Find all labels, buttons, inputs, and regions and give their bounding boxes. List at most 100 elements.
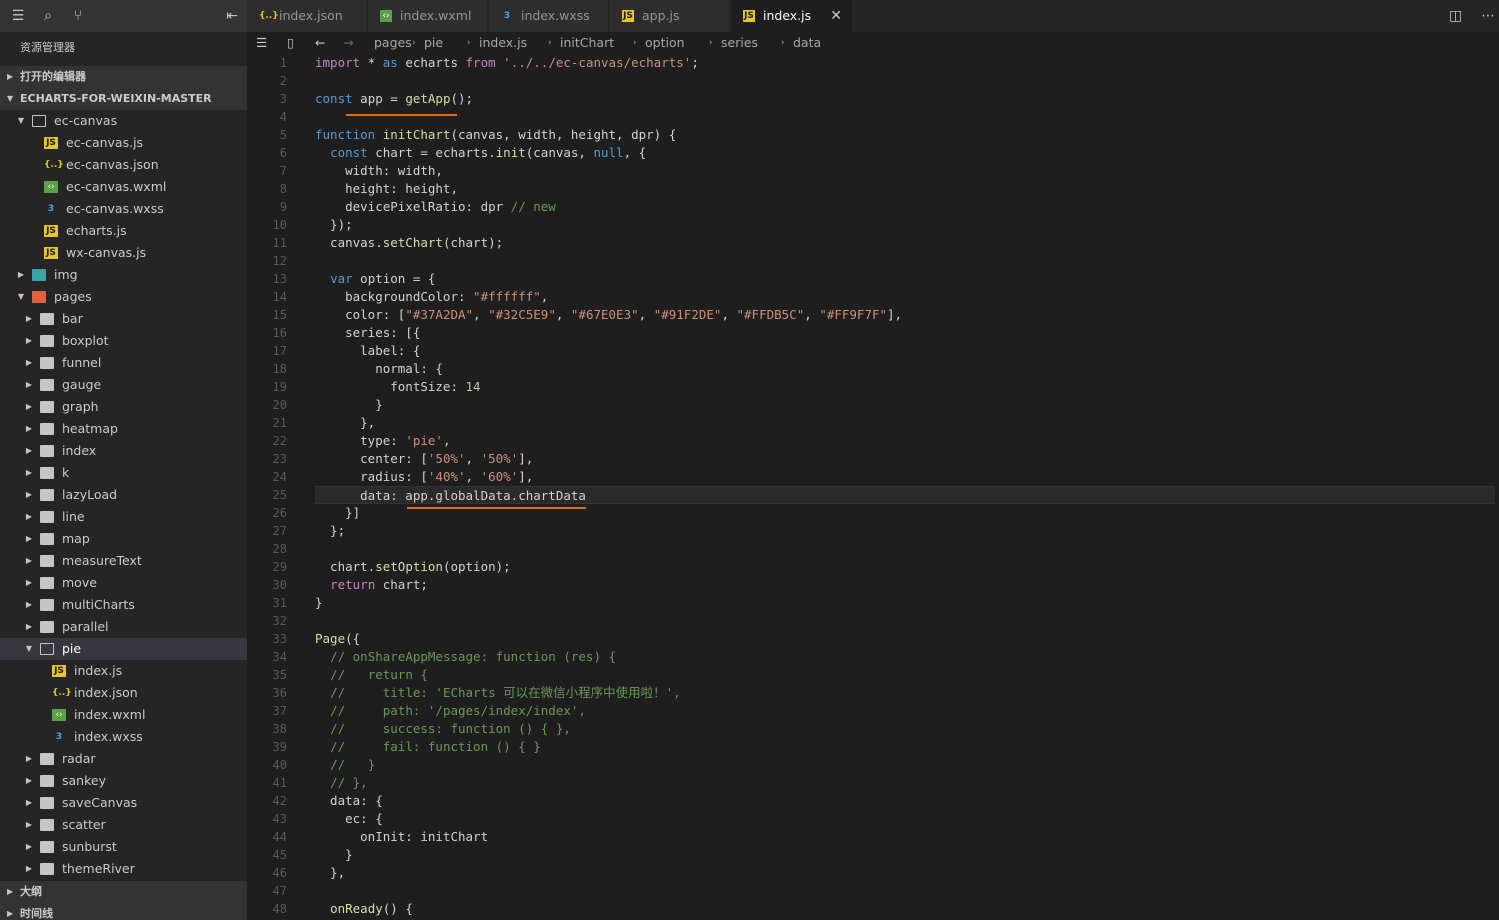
code-line[interactable]: type: 'pie', bbox=[315, 432, 1495, 450]
outline-list-icon[interactable]: ☰ bbox=[256, 32, 267, 54]
code-line[interactable]: var option = { bbox=[315, 270, 1495, 288]
code-line[interactable]: function initChart(canvas, width, height… bbox=[315, 126, 1495, 144]
code-editor[interactable]: 1 2 3 4 5 6 7 8 9 10 11 12 13 14 15 16 17 18 19 20 21 22 23 24 2… bbox=[247, 54, 1499, 920]
tree-item[interactable]: ▼ pages bbox=[0, 286, 247, 308]
tree-item[interactable]: ▶ sunburst bbox=[0, 836, 247, 858]
code-line[interactable]: const app = getApp(); bbox=[315, 90, 1495, 108]
search-icon[interactable]: ⌕ bbox=[38, 6, 58, 26]
code-line[interactable] bbox=[315, 612, 1495, 630]
tree-item[interactable]: JS echarts.js bbox=[0, 220, 247, 242]
code-line[interactable]: ec: { bbox=[315, 810, 1495, 828]
breadcrumb-item[interactable]: series bbox=[721, 32, 758, 54]
breadcrumb-item[interactable]: pie bbox=[424, 32, 443, 54]
tree-item[interactable]: ▶ scatter bbox=[0, 814, 247, 836]
tree-item[interactable]: ▶ line bbox=[0, 506, 247, 528]
section-open-editors[interactable]: ▶ 打开的编辑器 bbox=[0, 66, 247, 88]
tree-item[interactable]: ▶ img bbox=[0, 264, 247, 286]
tree-item[interactable]: ▶ gauge bbox=[0, 374, 247, 396]
breadcrumb-item[interactable]: data bbox=[793, 32, 821, 54]
tree-item[interactable]: ▶ sankey bbox=[0, 770, 247, 792]
code-line[interactable]: // fail: function () { } bbox=[315, 738, 1495, 756]
code-line[interactable]: // return { bbox=[315, 666, 1495, 684]
code-line[interactable]: label: { bbox=[315, 342, 1495, 360]
code-line[interactable]: } bbox=[315, 594, 1495, 612]
code-line[interactable]: normal: { bbox=[315, 360, 1495, 378]
tree-item[interactable]: {..} index.json bbox=[0, 682, 247, 704]
code-line[interactable]: onReady() { bbox=[315, 900, 1495, 918]
back-arrow-icon[interactable]: ← bbox=[315, 32, 325, 54]
tree-item[interactable]: ▶ bar bbox=[0, 308, 247, 330]
tree-item[interactable]: JS wx-canvas.js bbox=[0, 242, 247, 264]
tree-item[interactable]: ▶ move bbox=[0, 572, 247, 594]
code-line[interactable]: // success: function () { }, bbox=[315, 720, 1495, 738]
code-line[interactable]: series: [{ bbox=[315, 324, 1495, 342]
code-line[interactable]: canvas.setChart(chart); bbox=[315, 234, 1495, 252]
tree-item[interactable]: ▶ k bbox=[0, 462, 247, 484]
tree-item[interactable]: ▶ map bbox=[0, 528, 247, 550]
code-line[interactable]: chart.setOption(option); bbox=[315, 558, 1495, 576]
tree-item[interactable]: ▼ ec-canvas bbox=[0, 110, 247, 132]
tree-item[interactable]: JS ec-canvas.js bbox=[0, 132, 247, 154]
section-outline[interactable]: ▶ 大纲 bbox=[0, 881, 247, 903]
collapse-sidebar-icon[interactable]: ⇤ bbox=[222, 6, 242, 26]
breadcrumb-item[interactable]: option bbox=[645, 32, 685, 54]
bookmark-icon[interactable]: ▯ bbox=[287, 32, 294, 54]
tree-item[interactable]: ▶ boxplot bbox=[0, 330, 247, 352]
tab-index-js[interactable]: JS index.js ✕ bbox=[731, 0, 853, 32]
breadcrumb-item[interactable]: index.js bbox=[479, 32, 527, 54]
section-project[interactable]: ▼ ECHARTS-FOR-WEIXIN-MASTER bbox=[0, 88, 247, 110]
code-line[interactable]: const chart = echarts.init(canvas, null,… bbox=[315, 144, 1495, 162]
breadcrumb-item[interactable]: initChart bbox=[560, 32, 614, 54]
tree-item[interactable]: 3 ec-canvas.wxss bbox=[0, 198, 247, 220]
code-line[interactable]: width: width, bbox=[315, 162, 1495, 180]
code-line[interactable]: onInit: initChart bbox=[315, 828, 1495, 846]
code-line[interactable]: // } bbox=[315, 756, 1495, 774]
source-control-icon[interactable]: ⑂ bbox=[68, 6, 88, 26]
code-line[interactable]: }, bbox=[315, 414, 1495, 432]
tree-item[interactable]: {..} ec-canvas.json bbox=[0, 154, 247, 176]
code-line[interactable]: center: ['50%', '50%'], bbox=[315, 450, 1495, 468]
code-line[interactable]: data: { bbox=[315, 792, 1495, 810]
menu-list-icon[interactable]: ☰ bbox=[8, 6, 28, 26]
tree-item[interactable]: ▼ pie bbox=[0, 638, 247, 660]
tab-app-js[interactable]: JS app.js bbox=[610, 0, 730, 32]
code-line[interactable]: return chart; bbox=[315, 576, 1495, 594]
tab-index-wxml[interactable]: ‹› index.wxml bbox=[368, 0, 488, 32]
code-line[interactable] bbox=[315, 72, 1495, 90]
code-line[interactable]: data: app.globalData.chartData bbox=[315, 486, 1495, 504]
code-line[interactable]: backgroundColor: "#ffffff", bbox=[315, 288, 1495, 306]
code-line[interactable]: import * as echarts from '../../ec-canva… bbox=[315, 54, 1495, 72]
tree-item[interactable]: ▶ lazyLoad bbox=[0, 484, 247, 506]
tree-item[interactable]: ▶ parallel bbox=[0, 616, 247, 638]
tree-item[interactable]: ‹› index.wxml bbox=[0, 704, 247, 726]
code-line[interactable] bbox=[315, 108, 1495, 126]
tree-item[interactable]: ▶ themeRiver bbox=[0, 858, 247, 880]
code-line[interactable]: color: ["#37A2DA", "#32C5E9", "#67E0E3",… bbox=[315, 306, 1495, 324]
code-line[interactable]: }); bbox=[315, 216, 1495, 234]
code-line[interactable]: height: height, bbox=[315, 180, 1495, 198]
code-line[interactable]: // title: 'ECharts 可以在微信小程序中使用啦！', bbox=[315, 684, 1495, 702]
tab-index-json[interactable]: {..} index.json bbox=[247, 0, 367, 32]
tree-item[interactable]: ▶ index bbox=[0, 440, 247, 462]
code-line[interactable]: // }, bbox=[315, 774, 1495, 792]
split-editor-icon[interactable]: ◫ bbox=[1449, 6, 1462, 26]
more-actions-icon[interactable]: ⋯ bbox=[1481, 6, 1495, 26]
tree-item[interactable]: ▶ measureText bbox=[0, 550, 247, 572]
breadcrumb-item[interactable]: pages bbox=[374, 32, 412, 54]
tree-item[interactable]: ▶ radar bbox=[0, 748, 247, 770]
code-line[interactable]: // path: '/pages/index/index', bbox=[315, 702, 1495, 720]
code-line[interactable]: }, bbox=[315, 864, 1495, 882]
code-line[interactable] bbox=[315, 540, 1495, 558]
code-line[interactable]: fontSize: 14 bbox=[315, 378, 1495, 396]
code-line[interactable]: // onShareAppMessage: function (res) { bbox=[315, 648, 1495, 666]
tree-item[interactable]: ▶ multiCharts bbox=[0, 594, 247, 616]
tree-item[interactable]: ▶ saveCanvas bbox=[0, 792, 247, 814]
section-timeline[interactable]: ▶ 时间线 bbox=[0, 903, 247, 920]
tab-index-wxss[interactable]: 3 index.wxss bbox=[489, 0, 609, 32]
tree-item[interactable]: ‹› ec-canvas.wxml bbox=[0, 176, 247, 198]
close-icon[interactable]: ✕ bbox=[830, 0, 842, 32]
code-line[interactable]: devicePixelRatio: dpr // new bbox=[315, 198, 1495, 216]
tree-item[interactable]: ▶ graph bbox=[0, 396, 247, 418]
code-line[interactable] bbox=[315, 252, 1495, 270]
code-line[interactable] bbox=[315, 882, 1495, 900]
